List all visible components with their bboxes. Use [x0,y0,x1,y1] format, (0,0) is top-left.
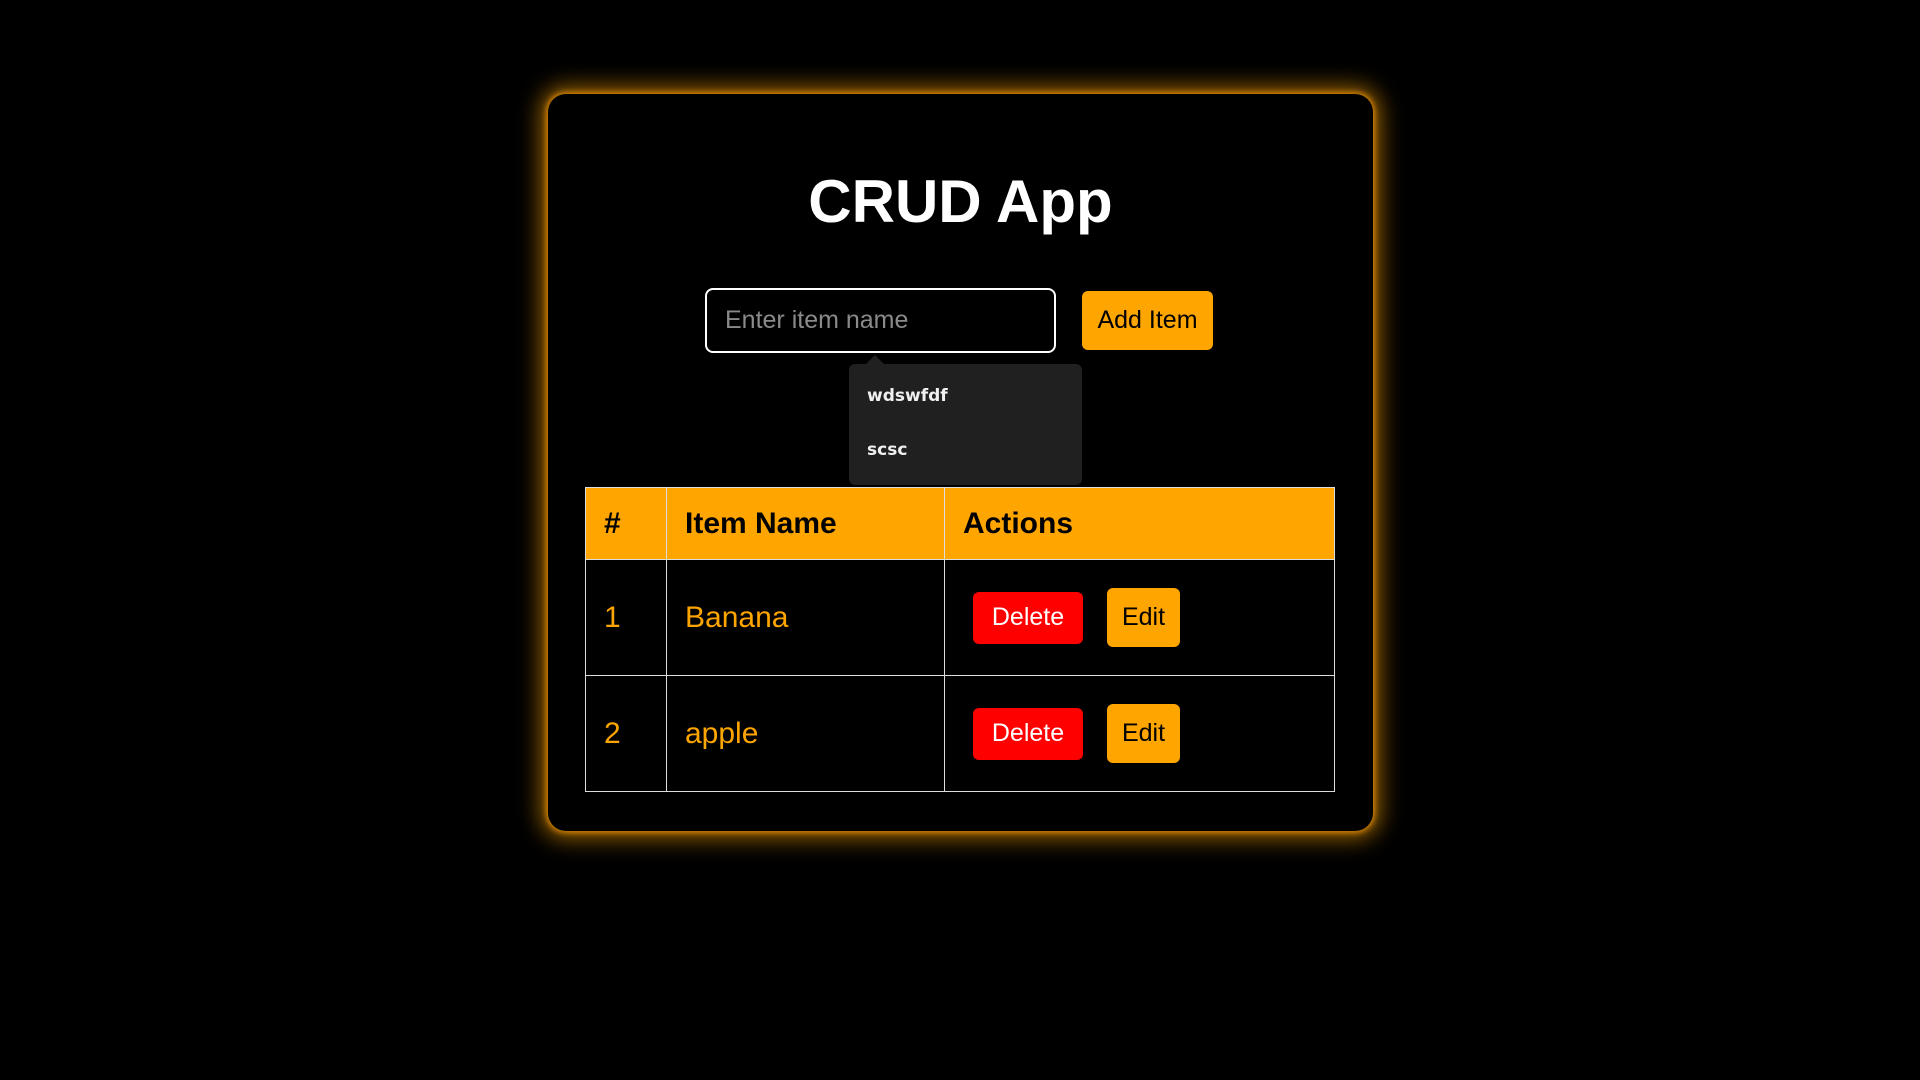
edit-button[interactable]: Edit [1107,704,1180,763]
header-number: # [585,487,667,560]
row-item-name: apple [666,675,945,792]
autocomplete-dropdown: wdswfdf scsc [849,355,1082,485]
crud-app-card: CRUD App Add Item wdswfdf scsc # Item Na… [548,94,1373,831]
item-name-input[interactable] [705,288,1056,353]
add-item-button[interactable]: Add Item [1082,291,1213,350]
row-number: 1 [585,559,667,676]
table-header-row: # Item Name Actions [585,487,1335,560]
row-actions: Delete Edit [944,559,1335,676]
autocomplete-suggestion[interactable]: scsc [849,423,1082,477]
edit-button[interactable]: Edit [1107,588,1180,647]
header-item-name: Item Name [666,487,945,560]
delete-button[interactable]: Delete [973,591,1083,644]
delete-button[interactable]: Delete [973,707,1083,760]
items-table: # Item Name Actions 1 Banana Delete Edit … [585,487,1335,792]
header-actions: Actions [944,487,1335,560]
page-title: CRUD App [808,168,1113,235]
table-row: 1 Banana Delete Edit [585,559,1335,676]
row-item-name: Banana [666,559,945,676]
row-number: 2 [585,675,667,792]
autocomplete-suggestion[interactable]: wdswfdf [849,369,1082,423]
row-actions: Delete Edit [944,675,1335,792]
table-row: 2 apple Delete Edit [585,675,1335,792]
